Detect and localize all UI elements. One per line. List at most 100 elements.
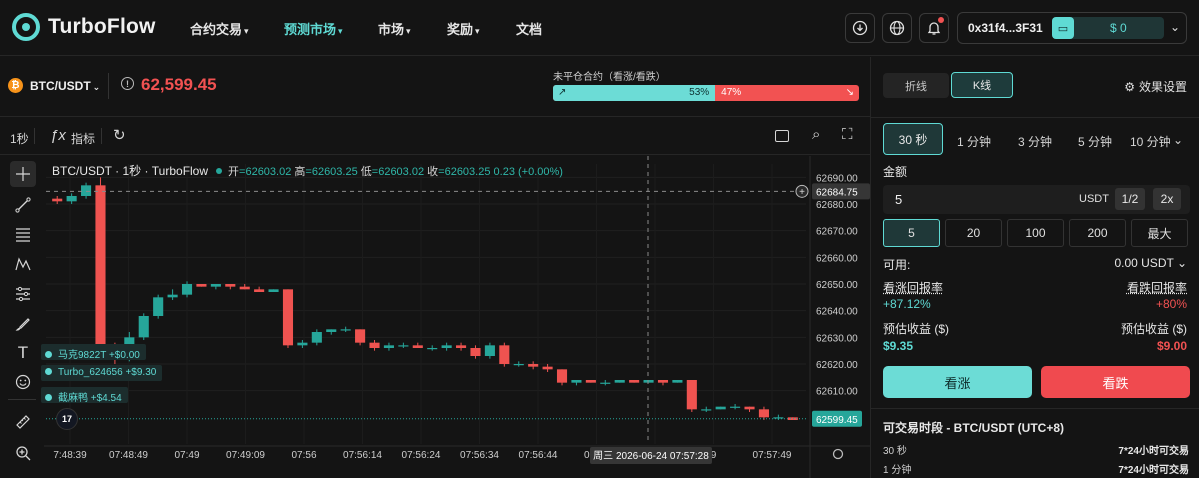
tab-timeframe-3m[interactable]: 3 分钟 [1018,133,1052,150]
buy-up-button[interactable]: 看涨 [883,366,1032,398]
emoji-tool-icon[interactable] [10,369,36,395]
candlestick-chart[interactable]: 62690.00 62680.00 62670.00 62660.00 62650.00… [44,156,870,478]
zoom-search-icon[interactable]: ⌕ [812,126,820,143]
chevron-down-icon: ▾ [475,26,480,36]
price-chart[interactable]: 62690.00 62680.00 62670.00 62660.00 62650.00… [41,156,870,478]
brand-name: TurboFlow [48,15,156,38]
candle-body [758,409,769,418]
available-label: 可用: [883,258,911,272]
chevron-down-icon[interactable]: ⌄ [1173,133,1183,147]
nav-rewards[interactable]: 奖励 ▾ [447,19,480,38]
notifications-button[interactable] [919,13,949,43]
fullscreen-icon[interactable]: ⛶ [842,126,853,143]
down-return-label: 看跌回报率 [1126,281,1187,295]
download-icon [852,20,868,36]
candle-body [585,380,596,383]
drawing-toolbar: T [0,156,44,478]
amount-input[interactable]: 5 USDT 1/2 2x [883,185,1190,214]
candle-body [268,289,279,292]
preset-amount-button[interactable]: 200 [1069,219,1126,247]
y-tick-label: 62650.00 [816,280,858,291]
nav-market[interactable]: 市场 ▾ [378,19,411,38]
trade-dot [45,368,52,375]
view-kline-button[interactable]: K线 [951,72,1013,98]
y-tick-label: 62620.00 [816,360,858,371]
divider [101,128,102,144]
tradingview-logo-icon[interactable]: 17 [56,408,78,430]
double-amount-button[interactable]: 2x [1153,188,1181,210]
chevron-down-icon: ⌄ [1170,20,1181,34]
down-est-label: 预估收益 ($) [1120,322,1187,336]
preset-amount-button[interactable]: 5 [883,219,940,247]
candle-body [383,345,394,348]
crosshair-price-label: 62684.75 [816,187,858,198]
brush-tool-icon[interactable] [10,311,36,337]
tab-timeframe-1m[interactable]: 1 分钟 [957,133,991,150]
trend-up-icon: ↗ [558,87,567,98]
tab-timeframe-10m[interactable]: 10 分钟 [1130,133,1171,150]
nav-docs[interactable]: 文档 [516,19,542,38]
interval-selector[interactable]: 1秒 [10,130,29,147]
trade-tag[interactable]: 马克9822T +$0.00 [41,344,146,361]
symbol-name: BTC/USDT [30,79,91,93]
trade-panel: 折线 K线 ⚙ 效果设置 30 秒 1 分钟 3 分钟 5 分钟 10 分钟 ⌄ … [870,57,1199,478]
candle-body [441,345,452,348]
symbol-bar: ₿ BTC/USDT ⌄ ! 62,599.45 未平仓合约（看涨/看跌） ↗ 5… [0,57,870,117]
chevron-down-icon: ▾ [406,26,411,36]
candle-body [326,329,337,332]
view-line-button[interactable]: 折线 [883,73,949,98]
download-button[interactable] [845,13,875,43]
undo-icon[interactable]: ↻ [113,126,126,144]
candle-body [225,284,236,287]
buy-down-button[interactable]: 看跌 [1041,366,1190,398]
candle-body [470,348,481,356]
measure-tool-icon[interactable] [10,281,36,307]
y-tick-label: 62610.00 [816,387,858,398]
trade-tag[interactable]: 截麻鸭 +$4.54 [41,387,128,404]
candle-body [456,345,467,348]
brand-logo[interactable]: TurboFlow [12,13,156,41]
pattern-tool-icon[interactable] [10,251,36,277]
indicators-button[interactable]: 指标 [71,130,95,147]
text-tool-icon[interactable]: T [10,340,36,366]
ruler-tool-icon[interactable] [10,409,36,435]
screenshot-icon[interactable] [775,130,789,142]
trade-tag[interactable]: Turbo_624656 +$9.30 [41,365,163,381]
half-amount-button[interactable]: 1/2 [1115,188,1145,210]
preset-amount-button[interactable]: 100 [1007,219,1064,247]
axis-settings-icon[interactable] [832,448,844,460]
preset-amount-button[interactable]: 20 [945,219,1002,247]
fib-tool-icon[interactable] [10,221,36,247]
open-interest-down-pct: 47% [721,87,742,98]
available-value[interactable]: 0.00 USDT ⌄ [1114,256,1187,270]
nav-label: 文档 [516,22,543,37]
open-interest-up-pct: 53% [689,87,710,98]
preset-max-button[interactable]: 最大 [1131,219,1188,247]
wallet-button[interactable]: 0x31f4...3F31 ▭ $ 0 ⌄ [957,12,1187,44]
nav-label: 奖励 [447,22,474,37]
trade-tag-text: 马克9822T +$0.00 [58,350,140,361]
tab-timeframe-5m[interactable]: 5 分钟 [1078,133,1112,150]
nav-prediction-market[interactable]: 预测市场 ▾ [284,19,343,38]
trade-hours-timeframe: 30 秒 [883,446,907,457]
candle-body [412,345,423,348]
symbol-selector[interactable]: BTC/USDT ⌄ [30,79,100,93]
chevron-down-icon: ▾ [338,26,343,36]
tab-timeframe-30s[interactable]: 30 秒 [883,123,943,155]
x-tick-label: 07:56 [291,450,316,461]
y-tick-label: 62660.00 [816,253,858,264]
y-tick-label: 62630.00 [816,333,858,344]
info-icon[interactable]: ! [121,77,134,90]
nav-contract-trading[interactable]: 合约交易 ▾ [190,19,249,38]
trend-line-tool-icon[interactable] [10,192,36,218]
x-tick-label: 07:56:34 [460,450,499,461]
gear-icon: ⚙ [1124,80,1135,94]
candle-body [181,284,193,295]
effect-settings-button[interactable]: ⚙ 效果设置 [1124,78,1187,95]
x-tick-label: 07:49 [174,450,199,461]
crosshair-tool-icon[interactable] [10,161,36,187]
zoom-in-tool-icon[interactable] [10,440,36,466]
candle-body [686,380,697,410]
language-button[interactable] [882,13,912,43]
divider [871,408,1199,409]
